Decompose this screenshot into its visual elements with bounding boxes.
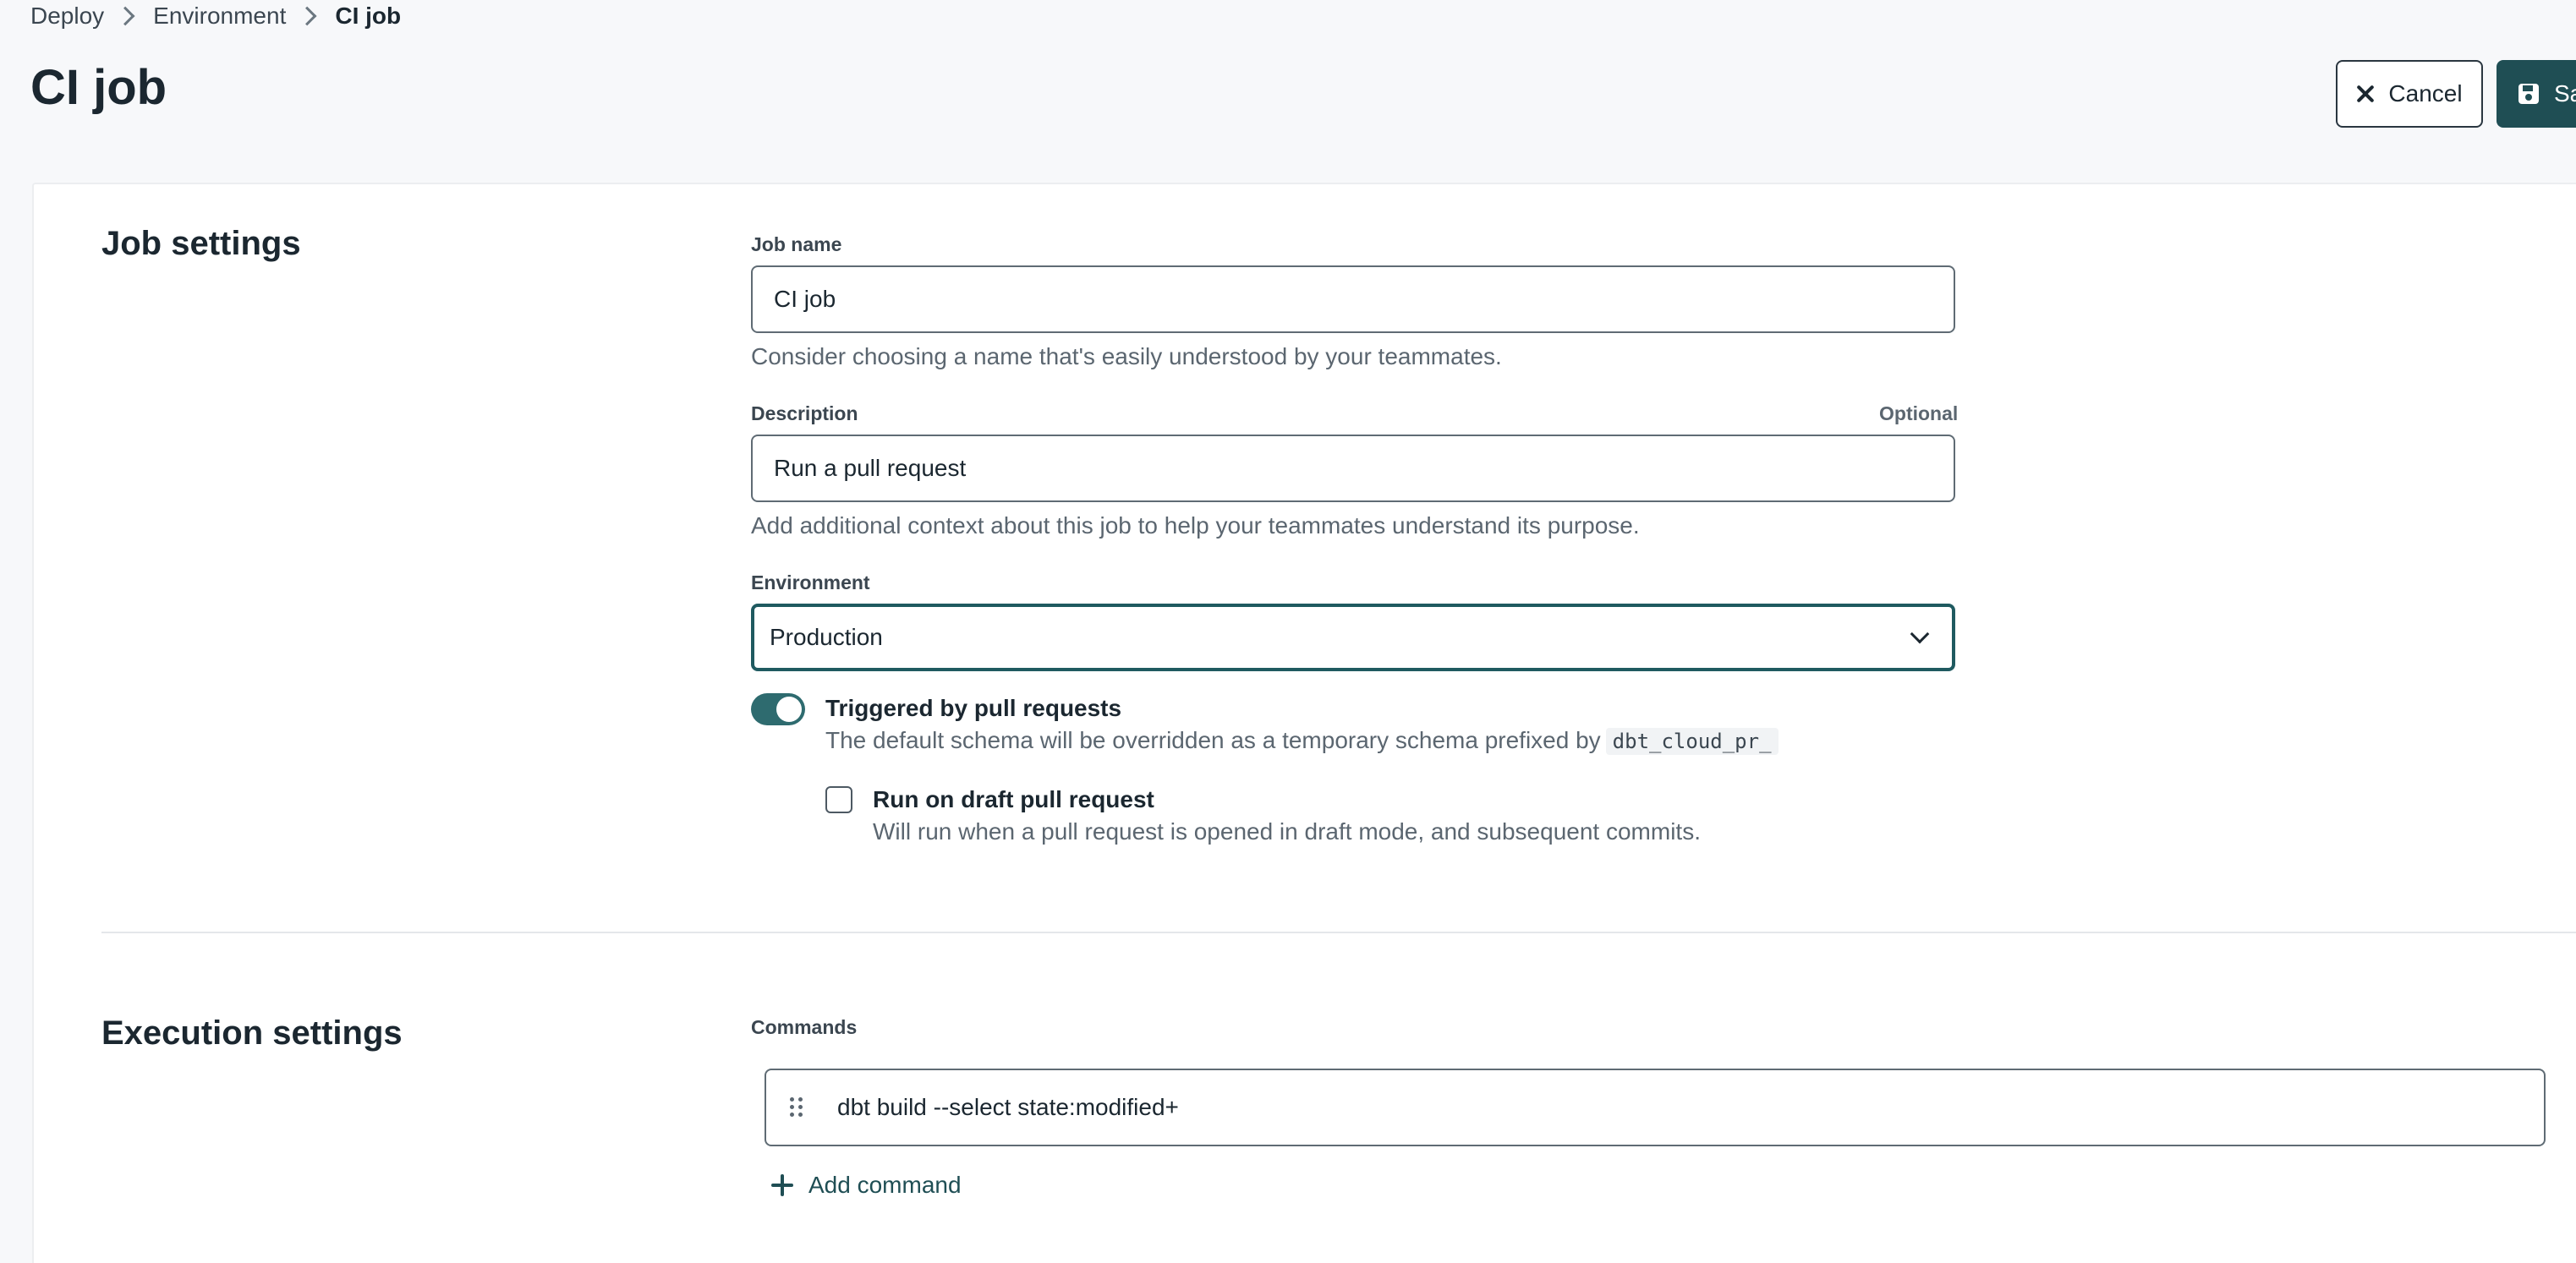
pull-request-trigger-toggle[interactable] [751,693,805,725]
chevron-down-icon [1910,624,1930,644]
save-button-label: Sa [2554,80,2576,107]
trigger-title: Triggered by pull requests [825,695,1122,721]
job-name-value: CI job [774,286,836,312]
save-button[interactable]: Sa [2497,60,2576,128]
breadcrumb-current: CI job [335,3,402,29]
cancel-button-label: Cancel [2388,80,2463,107]
environment-select[interactable]: Production [751,604,1955,671]
execution-settings-title: Execution settings [101,1014,403,1052]
page-root: Deploy Environment CI job CI job Cancel … [0,0,2576,1263]
cancel-button[interactable]: Cancel [2336,60,2483,128]
chevron-right-icon [116,6,135,26]
trigger-description-text: The default schema will be overridden as… [825,727,1601,753]
breadcrumb-deploy[interactable]: Deploy [30,3,104,30]
description-helper: Add additional context about this job to… [751,512,1640,539]
job-settings-title: Job settings [101,225,301,262]
job-name-input[interactable]: CI job [751,265,1955,333]
page-title: CI job [30,60,167,115]
job-settings-card: Job settings Job name CI job Consider ch… [32,183,2576,1263]
plus-icon [771,1174,793,1196]
trigger-description: The default schema will be overridden as… [825,727,1779,755]
add-command-button[interactable]: Add command [771,1172,962,1199]
breadcrumb: Deploy Environment CI job [30,0,401,32]
chevron-right-icon [298,6,317,26]
toggle-knob [776,697,802,722]
job-name-helper: Consider choosing a name that's easily u… [751,343,1502,369]
close-icon [2356,85,2375,103]
description-label: Description [751,402,858,424]
schema-prefix-code: dbt_cloud_pr_ [1605,728,1779,755]
add-command-label: Add command [808,1172,962,1198]
environment-value: Production [770,624,883,650]
drag-handle-icon[interactable] [790,1097,803,1118]
description-input[interactable]: Run a pull request [751,435,1955,502]
breadcrumb-environment[interactable]: Environment [153,3,286,30]
command-text: dbt build --select state:modified+ [837,1094,1179,1120]
description-value: Run a pull request [774,455,967,481]
save-icon [2518,84,2539,104]
draft-pr-checkbox[interactable] [825,786,852,813]
draft-pr-title: Run on draft pull request [873,786,1154,812]
environment-label: Environment [751,571,870,593]
section-divider [101,932,2576,933]
optional-tag: Optional [1879,402,1959,424]
command-row[interactable]: dbt build --select state:modified+ [765,1069,2546,1146]
draft-pr-description: Will run when a pull request is opened i… [873,818,1701,845]
job-name-label: Job name [751,233,842,255]
commands-label: Commands [751,1016,858,1038]
